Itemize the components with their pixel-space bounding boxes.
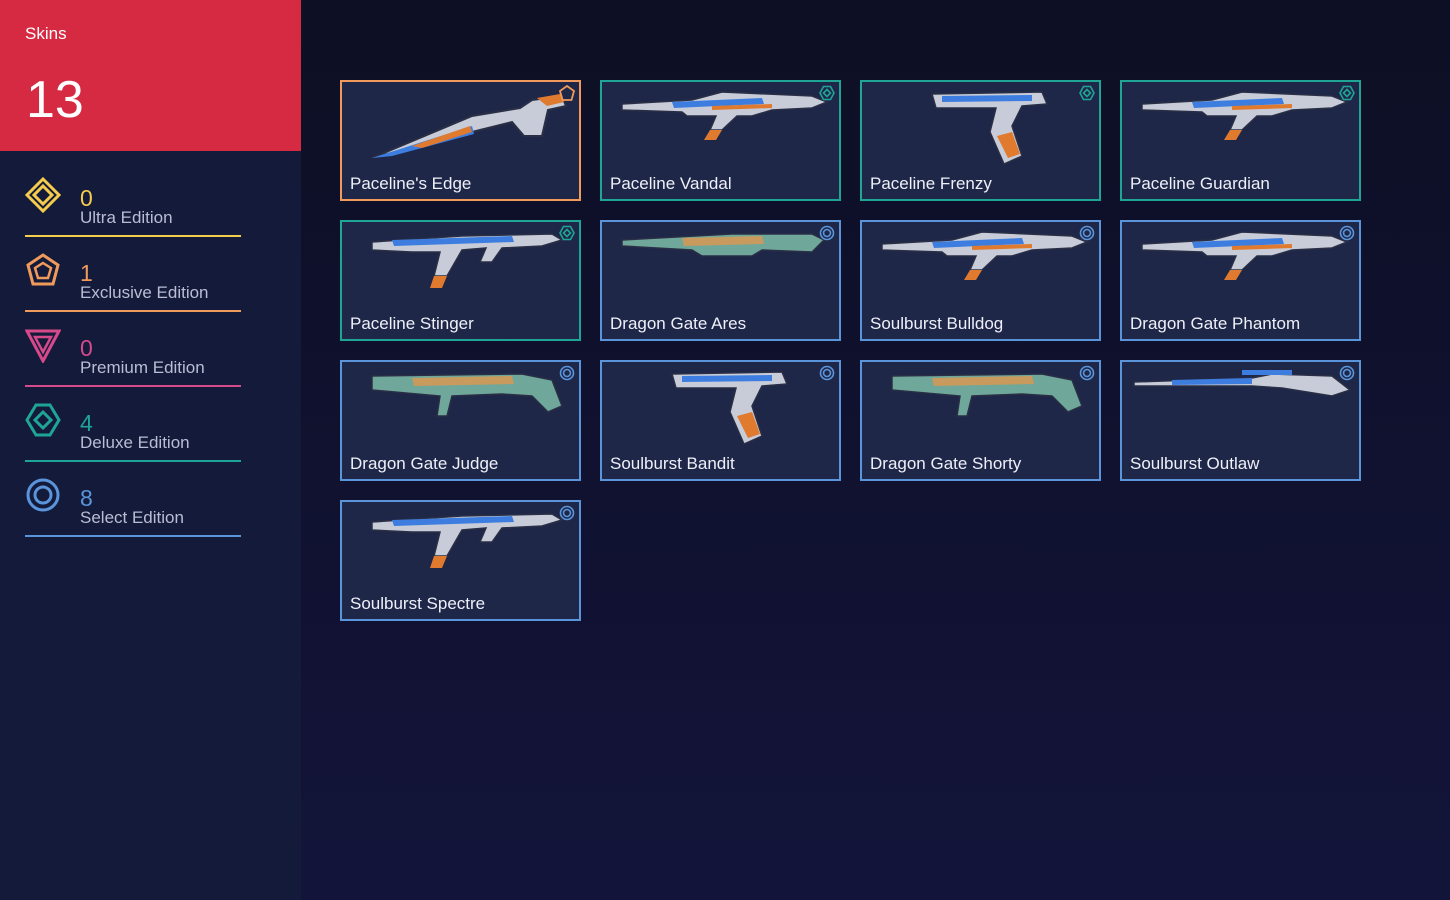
skin-card[interactable]: Soulburst Bulldog [860,220,1101,341]
skin-name: Dragon Gate Phantom [1130,314,1301,333]
select-edition-icon [819,225,835,241]
select-edition-icon [819,365,835,381]
exclusive-edition-icon [26,253,60,286]
tier-exclusive[interactable]: 1 Exclusive Edition [25,250,241,312]
skin-name: Paceline's Edge [350,174,472,193]
tier-name: Select Edition [80,508,184,527]
weapon-image [931,91,1049,165]
weapon-image [891,373,1083,417]
total-count: 13 [26,71,84,129]
skin-card[interactable]: Paceline Stinger [340,220,581,341]
tier-count: 0 [80,335,93,361]
skin-card[interactable]: Paceline Guardian [1120,80,1361,201]
skin-name: Paceline Guardian [1130,174,1270,193]
deluxe-edition-icon [1079,85,1095,101]
tier-deluxe[interactable]: 4 Deluxe Edition [25,400,241,462]
skin-card[interactable]: Dragon Gate Judge [340,360,581,481]
deluxe-edition-icon [25,403,61,437]
skin-name: Dragon Gate Judge [350,454,499,473]
weapon-image [1133,370,1352,397]
skin-name: Paceline Vandal [610,174,732,193]
skin-card[interactable]: Soulburst Outlaw [1120,360,1361,481]
tier-name: Premium Edition [80,358,205,377]
select-edition-icon [26,478,60,512]
weapon-image [1141,231,1350,280]
select-edition-icon [559,505,575,521]
skin-card[interactable]: Paceline Frenzy [860,80,1101,201]
skin-card[interactable]: Dragon Gate Shorty [860,360,1101,481]
premium-edition-icon [25,329,61,363]
tier-count: 4 [80,410,93,436]
skin-name: Dragon Gate Ares [610,314,747,333]
tier-count: 0 [80,185,93,211]
skin-name: Soulburst Bulldog [870,314,1004,333]
skin-name: Dragon Gate Shorty [870,454,1022,473]
sidebar: Skins 13 0 Ultra Edition 1 Exclusive Edi… [0,0,301,900]
ultra-edition-icon [25,177,61,213]
weapon-image [371,513,564,568]
skin-card[interactable]: Paceline's Edge [340,80,581,201]
deluxe-edition-icon [819,85,835,101]
skin-name: Soulburst Bandit [610,454,735,473]
tier-count: 8 [80,485,93,511]
weapon-image [371,94,568,159]
skin-name: Soulburst Spectre [350,594,486,613]
weapon-image [371,373,563,417]
tier-ultra[interactable]: 0 Ultra Edition [25,175,241,237]
skin-card[interactable]: Soulburst Spectre [340,500,581,621]
skin-name: Soulburst Outlaw [1130,454,1260,473]
deluxe-edition-icon [559,225,575,241]
tier-name: Ultra Edition [80,208,173,227]
weapon-image [621,233,826,257]
select-edition-icon [1079,365,1095,381]
skin-card[interactable]: Soulburst Bandit [600,360,841,481]
select-edition-icon [1339,365,1355,381]
tier-premium[interactable]: 0 Premium Edition [25,325,241,387]
skin-card[interactable]: Dragon Gate Phantom [1120,220,1361,341]
tier-count: 1 [80,260,93,286]
tier-name: Deluxe Edition [80,433,190,452]
select-edition-icon [1079,225,1095,241]
exclusive-edition-icon [559,85,575,101]
tier-name: Exclusive Edition [80,283,209,302]
select-edition-icon [559,365,575,381]
weapon-image [621,91,830,140]
weapon-image [881,231,1090,280]
weapon-image [671,371,789,445]
tier-select[interactable]: 8 Select Edition [25,475,241,537]
deluxe-edition-icon [1339,85,1355,101]
skin-card[interactable]: Paceline Vandal [600,80,841,201]
skin-card[interactable]: Dragon Gate Ares [600,220,841,341]
page-title: Skins [25,24,67,43]
select-edition-icon [1339,225,1355,241]
weapon-image [1141,91,1350,140]
skin-name: Paceline Frenzy [870,174,992,193]
skin-name: Paceline Stinger [350,314,474,333]
skins-header: Skins 13 [0,0,301,151]
weapon-image [371,233,564,288]
